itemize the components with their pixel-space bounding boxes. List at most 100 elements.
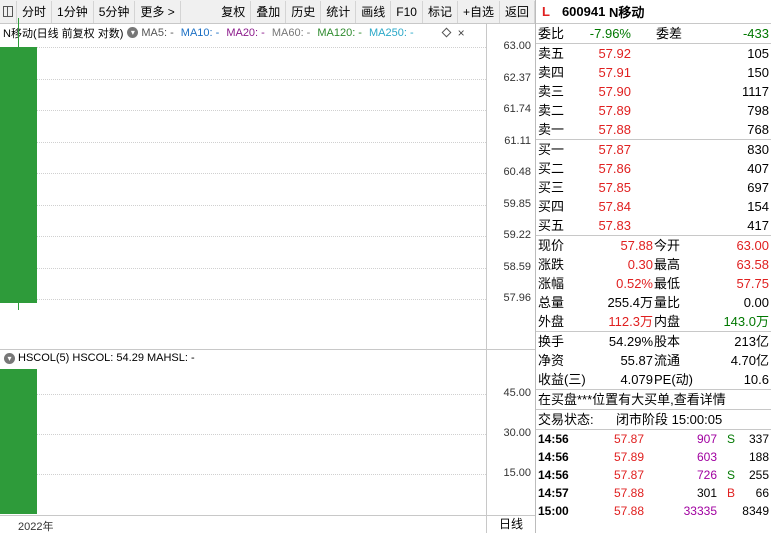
volume-tick-label: 45.00 [503, 387, 531, 399]
level-price: 57.89 [598, 103, 631, 118]
bids-level-row[interactable]: 买五 57.83 417 [536, 216, 771, 235]
period-label[interactable]: 日线 [486, 516, 535, 533]
settings-dropdown-icon[interactable]: ▾ [127, 27, 139, 38]
stat-value: 57.88 [620, 238, 653, 253]
stat-row: 涨跌 0.30 最高 63.58 [536, 255, 771, 274]
fundamental-row: 净资 55.87 流通 4.70亿 [536, 351, 771, 370]
tick-count: 66 [755, 486, 769, 500]
price-gridline [0, 299, 486, 300]
price-tick-label: 62.37 [503, 71, 531, 84]
price-tick-label: 59.85 [503, 197, 531, 210]
tab-intraday[interactable]: 分时 [17, 0, 53, 23]
price-tick-label: 63.00 [503, 40, 531, 52]
level-volume: 768 [747, 122, 769, 137]
tick-side: B [727, 486, 736, 500]
status-value: 闭市阶段 15:00:05 [616, 412, 723, 427]
chart-toolbar: 分时 1分钟 5分钟 更多 > 复权 叠加 历史 统计 画线 F10 标记 +自… [0, 0, 535, 24]
level-volume: 150 [747, 65, 769, 80]
weicha-label: 委差 [656, 26, 683, 41]
price-axis: 63.00 62.37 61.74 61.11 60.48 59.85 59.22 58.59… [486, 24, 535, 349]
price-gridline [0, 173, 486, 174]
level-volume: 417 [747, 218, 769, 233]
close-icon[interactable]: × [458, 26, 465, 40]
bids-level-row[interactable]: 买四 57.84 154 [536, 197, 771, 216]
stats-button[interactable]: 统计 [321, 0, 357, 23]
volume-chart[interactable] [0, 350, 486, 515]
level-price: 57.91 [598, 65, 631, 80]
stat-value: 63.58 [736, 257, 769, 272]
level-volume: 830 [747, 142, 769, 157]
tab-1min[interactable]: 1分钟 [52, 0, 94, 23]
volume-bar[interactable] [0, 369, 37, 514]
price-gridline [0, 236, 486, 237]
tick-volume: 301 [696, 486, 717, 500]
fundamental-stats: 换手 54.29% 股本 213亿 净资 55.87 流通 4.70亿 收益(三) 4.079 PE… [536, 332, 771, 389]
stat-label: PE(动) [654, 372, 694, 387]
volume-gridline [0, 394, 486, 395]
bids-level-row[interactable]: 买二 57.86 407 [536, 159, 771, 178]
more-periods-button[interactable]: 更多 > [135, 0, 181, 23]
stat-row: 涨幅 0.52% 最低 57.75 [536, 274, 771, 293]
price-gridline [0, 141, 486, 143]
tick-price: 57.89 [614, 450, 645, 464]
price-tick-label: 59.22 [503, 229, 531, 241]
tick-volume: 33335 [683, 504, 717, 518]
draw-line-button[interactable]: 画线 [356, 0, 392, 23]
stock-code: 600941 [561, 4, 606, 19]
overlay-button[interactable]: 叠加 [251, 0, 287, 23]
tick-side: S [727, 432, 736, 446]
tick-row[interactable]: 14:56 57.87 726 S 255 [536, 466, 771, 484]
fundamental-row: 收益(三) 4.079 PE(动) 10.6 [536, 370, 771, 389]
stat-value: 213亿 [734, 334, 769, 349]
stat-label: 现价 [538, 238, 565, 253]
stat-label: 总量 [538, 295, 565, 310]
tick-row[interactable]: 14:56 57.89 603 188 [536, 448, 771, 466]
asks-level-row[interactable]: 卖三 57.90 1117 [536, 82, 771, 101]
asks-level-row[interactable]: 卖二 57.89 798 [536, 101, 771, 120]
level-label: 买一 [538, 142, 565, 157]
back-button[interactable]: 返回 [500, 0, 535, 23]
bids-level-row[interactable]: 买一 57.87 830 [536, 140, 771, 159]
stock-name: N移动 [608, 5, 645, 20]
tick-count: 337 [748, 432, 769, 446]
add-watchlist-button[interactable]: +自选 [458, 0, 500, 23]
stat-row: 总量 255.4万 量比 0.00 [536, 293, 771, 312]
layout-toggle-button[interactable] [0, 0, 17, 23]
tick-row[interactable]: 14:57 57.88 301 B 66 [536, 484, 771, 502]
stat-value: 0.30 [627, 257, 653, 272]
mark-button[interactable]: 标记 [423, 0, 458, 23]
level-label: 买四 [538, 199, 565, 214]
quote-panel: L 600941 N移动 委比 -7.96% 委差 -433 卖五 57.92 10… [536, 0, 771, 533]
history-button[interactable]: 历史 [286, 0, 322, 23]
asks-level-row[interactable]: 卖四 57.91 150 [536, 63, 771, 82]
stat-value: 63.00 [736, 238, 769, 253]
bids-level-row[interactable]: 买三 57.85 697 [536, 178, 771, 197]
tick-row[interactable]: 15:00 57.88 33335 8349 [536, 502, 771, 520]
level-volume: 1117 [742, 84, 769, 99]
price-chart[interactable] [0, 18, 486, 349]
level-price: 57.92 [598, 46, 631, 61]
stat-label: 流通 [654, 353, 681, 368]
tick-volume: 603 [696, 450, 717, 464]
weibi-row: 委比 -7.96% 委差 -433 [536, 24, 771, 43]
stat-value: 57.75 [736, 276, 769, 291]
level-label: 卖四 [538, 65, 565, 80]
tick-time: 14:56 [538, 450, 569, 464]
price-tick-label: 61.11 [504, 134, 531, 147]
asks-level-row[interactable]: 卖一 57.88 768 [536, 120, 771, 139]
adjust-button[interactable]: 复权 [216, 0, 252, 23]
f10-button[interactable]: F10 [391, 0, 423, 23]
price-tick-label: 61.74 [503, 103, 531, 115]
fundamental-row: 换手 54.29% 股本 213亿 [536, 332, 771, 351]
big-order-notice[interactable]: 在买盘***位置有大买单,查看详情 [536, 390, 771, 409]
stat-label: 涨幅 [538, 276, 565, 291]
tick-price: 57.88 [614, 504, 645, 518]
notice-text[interactable]: 在买盘***位置有大买单,查看详情 [538, 390, 726, 409]
stat-label: 外盘 [538, 314, 565, 329]
tab-5min[interactable]: 5分钟 [94, 0, 136, 23]
tick-list: 14:56 57.87 907 S 337 14:56 57.89 603 188 14:56 57… [536, 430, 771, 520]
diamond-icon[interactable] [441, 27, 452, 38]
asks-level-row[interactable]: 卖五 57.92 105 [536, 44, 771, 63]
tick-row[interactable]: 14:56 57.87 907 S 337 [536, 430, 771, 448]
stat-value: 112.3万 [608, 314, 653, 329]
